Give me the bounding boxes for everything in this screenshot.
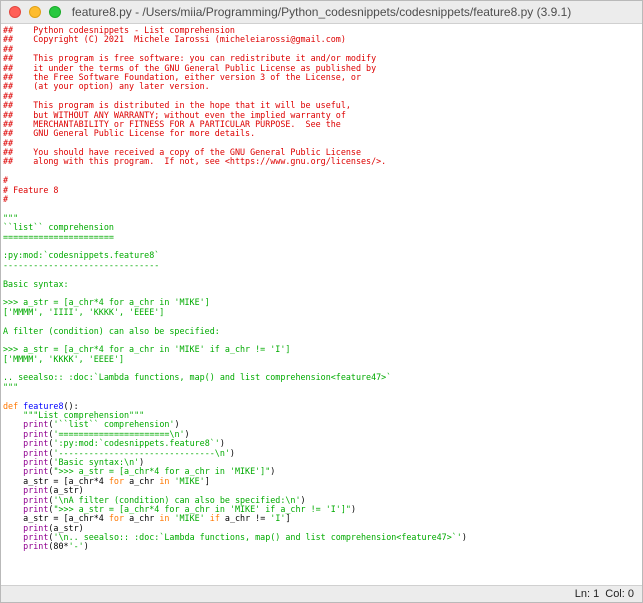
- code-line[interactable]: print('\n.. seealso:: :doc:`Lambda funct…: [3, 532, 642, 543]
- code-line[interactable]: ​: [3, 204, 642, 213]
- code-token: ## GNU General Public License for more d…: [3, 128, 256, 139]
- code-line[interactable]: A filter (condition) can also be specifi…: [3, 325, 642, 336]
- code-token: ['MMMM', 'KKKK', 'EEEE']: [3, 353, 125, 364]
- code-token: 'I': [270, 513, 286, 524]
- code-token: '\n.. seealso:: :doc:`Lambda functions, …: [53, 532, 462, 543]
- code-line[interactable]: #: [3, 176, 642, 185]
- title-bar[interactable]: feature8.py - /Users/miia/Programming/Py…: [1, 1, 642, 24]
- code-line[interactable]: ## Copyright (C) 2021 Michele Iarossi (m…: [3, 35, 642, 44]
- code-line[interactable]: Basic syntax:: [3, 278, 642, 289]
- code-token: #: [3, 194, 9, 205]
- code-token: ## along with this program. If not, see …: [3, 156, 387, 167]
- code-token: # Feature 8: [3, 184, 59, 195]
- code-line[interactable]: print(80*'-'): [3, 542, 642, 551]
- code-token: a_chr: [124, 475, 160, 486]
- code-token: ['MMMM', 'IIII', 'KKKK', 'EEEE']: [3, 306, 165, 317]
- code-token: if: [209, 513, 220, 524]
- idle-editor-window: feature8.py - /Users/miia/Programming/Py…: [0, 0, 643, 603]
- code-line[interactable]: a_str = [a_chr*4 for a_chr in 'MIKE']: [3, 475, 642, 486]
- close-window-icon[interactable]: [9, 6, 21, 18]
- code-token: ): [229, 447, 235, 458]
- code-line[interactable]: -------------------------------: [3, 259, 642, 270]
- code-editor[interactable]: ## Python codesnippets - List comprehens…: [1, 24, 642, 584]
- code-token: '-': [68, 541, 84, 552]
- code-token: ): [461, 532, 467, 543]
- code-token: -------------------------------: [3, 259, 160, 270]
- code-line[interactable]: ## along with this program. If not, see …: [3, 157, 642, 166]
- code-token: in: [159, 513, 170, 524]
- code-token: ======================: [3, 231, 114, 242]
- code-token: in: [159, 475, 170, 486]
- code-token: a_chr !=: [219, 513, 271, 524]
- code-line[interactable]: ======================: [3, 231, 642, 242]
- code-token: print: [23, 541, 49, 552]
- code-line[interactable]: a_str = [a_chr*4 for a_chr in 'MIKE' if …: [3, 514, 642, 523]
- code-token: ]: [285, 513, 291, 524]
- status-line-number: Ln: 1: [574, 588, 600, 600]
- code-token: .. seealso:: :doc:`Lambda functions, map…: [3, 372, 392, 383]
- minimize-window-icon[interactable]: [29, 6, 41, 18]
- code-token: for: [108, 513, 125, 524]
- code-token: ): [350, 503, 356, 514]
- code-line[interactable]: ['MMMM', 'KKKK', 'EEEE']: [3, 353, 642, 364]
- code-line[interactable]: """: [3, 381, 642, 392]
- code-token: """: [3, 381, 19, 392]
- code-token: Basic syntax:: [3, 278, 69, 289]
- maximize-window-icon[interactable]: [49, 6, 61, 18]
- code-token: (80*: [48, 541, 69, 552]
- code-token: a_chr: [124, 513, 160, 524]
- code-line[interactable]: ['MMMM', 'IIII', 'KKKK', 'EEEE']: [3, 306, 642, 317]
- status-bar: Ln: 1 Col: 0: [1, 585, 642, 602]
- code-token: A filter (condition) can also be specifi…: [3, 325, 220, 336]
- code-token: for: [108, 475, 125, 486]
- code-line[interactable]: #: [3, 194, 642, 205]
- code-token: 'MIKE': [174, 513, 205, 524]
- window-title: feature8.py - /Users/miia/Programming/Py…: [71, 5, 572, 19]
- code-token: ## (at your option) any later version.: [3, 81, 210, 92]
- code-token: ): [83, 541, 89, 552]
- code-line[interactable]: ​: [3, 167, 642, 176]
- code-token: 'MIKE': [174, 475, 205, 486]
- window-controls: [1, 6, 61, 18]
- code-line[interactable]: ## (at your option) any later version.: [3, 82, 642, 91]
- code-token: ]: [204, 475, 210, 486]
- code-line[interactable]: .. seealso:: :doc:`Lambda functions, map…: [3, 373, 642, 382]
- status-column-number: Col: 0: [605, 588, 634, 600]
- code-line[interactable]: ​: [3, 392, 642, 401]
- code-line[interactable]: ​: [3, 270, 642, 279]
- code-line[interactable]: ## GNU General Public License for more d…: [3, 129, 642, 138]
- code-line[interactable]: # Feature 8: [3, 184, 642, 195]
- code-token: ## Copyright (C) 2021 Michele Iarossi (m…: [3, 34, 346, 45]
- code-token: ): [270, 466, 276, 477]
